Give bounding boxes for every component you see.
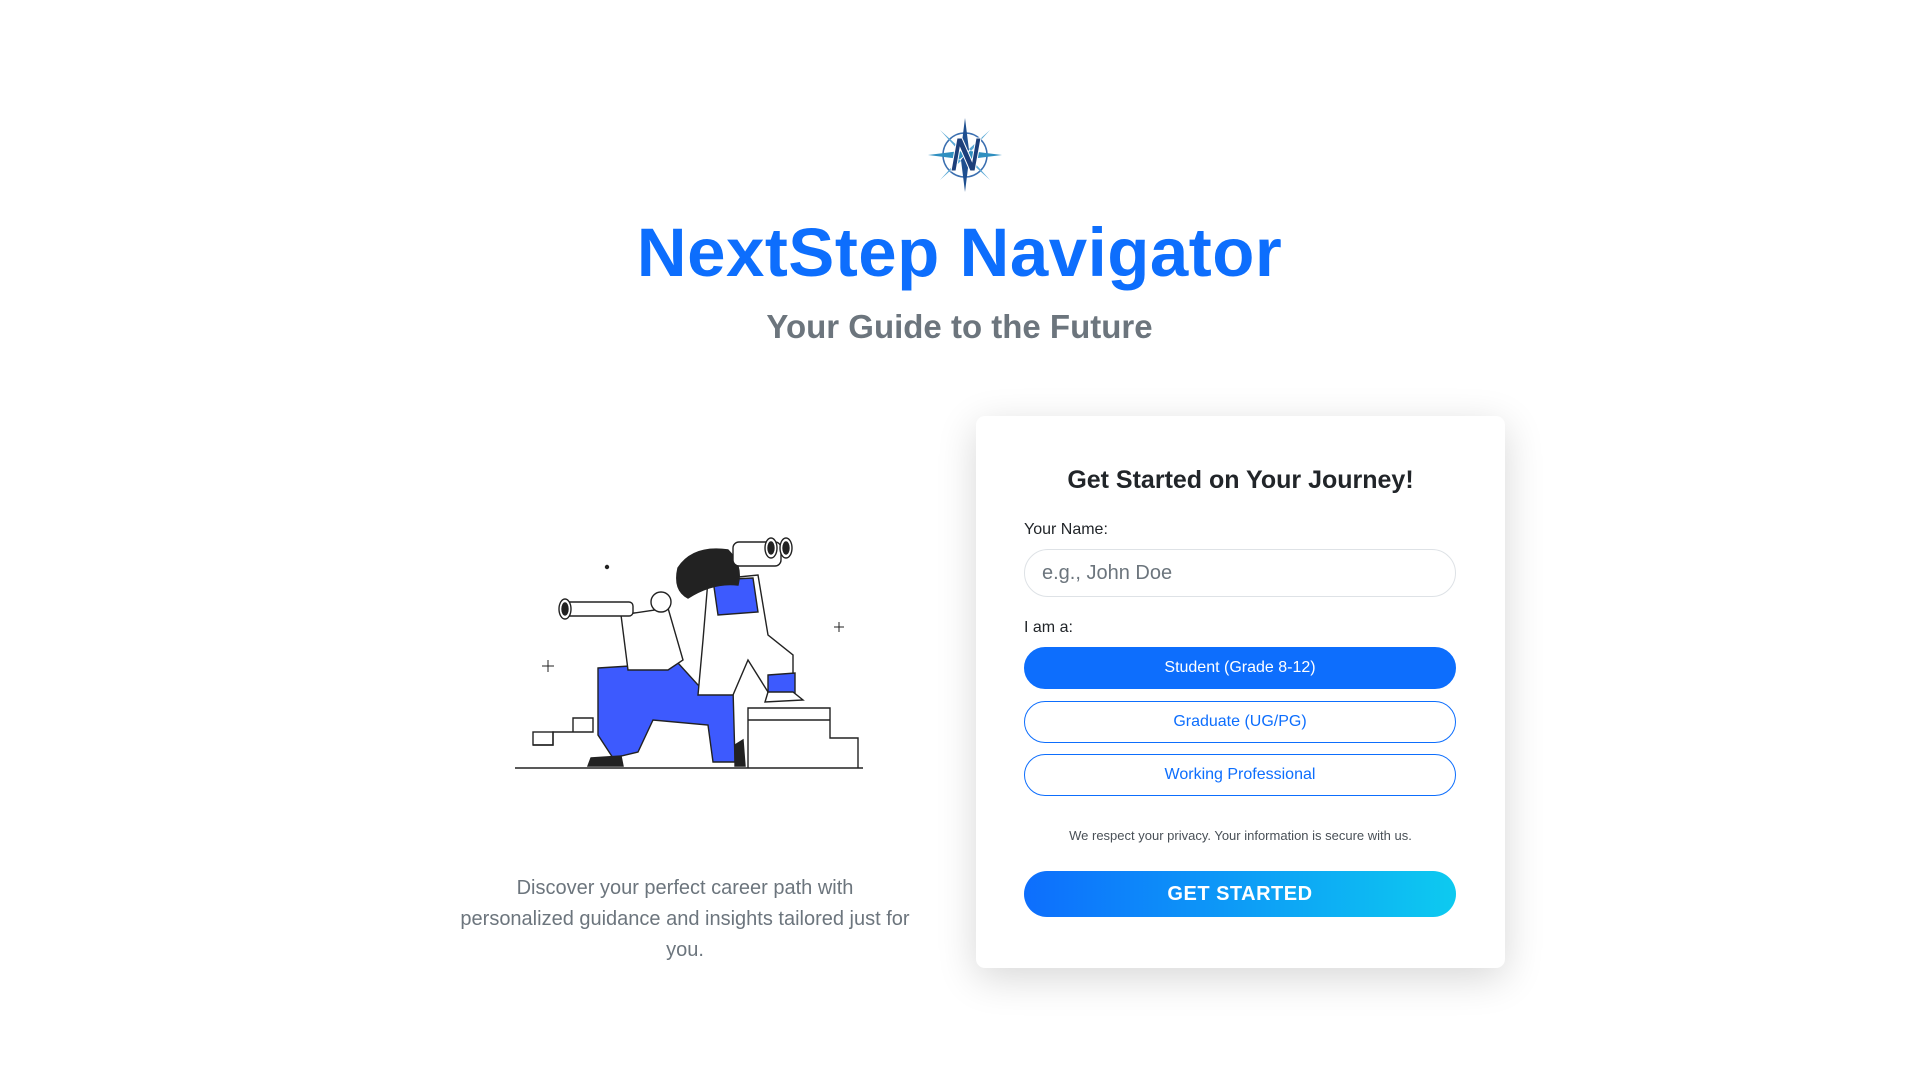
app-title: NextStep Navigator: [636, 214, 1283, 291]
explorers-with-binoculars-illustration: [503, 520, 873, 770]
role-label: I am a:: [1024, 619, 1073, 636]
card-title: Get Started on Your Journey!: [1067, 466, 1414, 494]
tagline-text: Discover your perfect career path with p…: [460, 877, 910, 961]
get-started-button[interactable]: GET STARTED: [1024, 871, 1456, 917]
privacy-note: We respect your privacy. Your informatio…: [1069, 828, 1412, 843]
name-label: Your Name:: [1024, 521, 1108, 538]
get-started-card: Get Started on Your Journey! Your Name: …: [976, 416, 1505, 968]
app-subtitle: Your Guide to the Future: [766, 308, 1153, 345]
role-working-professional-button[interactable]: Working Professional: [1024, 754, 1456, 796]
name-input[interactable]: [1024, 549, 1456, 597]
role-graduate-button[interactable]: Graduate (UG/PG): [1024, 701, 1456, 743]
landing-page: NextStep Navigator Your Guide to the Fut…: [0, 0, 1919, 1079]
compass-n-logo-icon: [926, 116, 1004, 194]
role-student-button[interactable]: Student (Grade 8-12): [1024, 647, 1456, 689]
